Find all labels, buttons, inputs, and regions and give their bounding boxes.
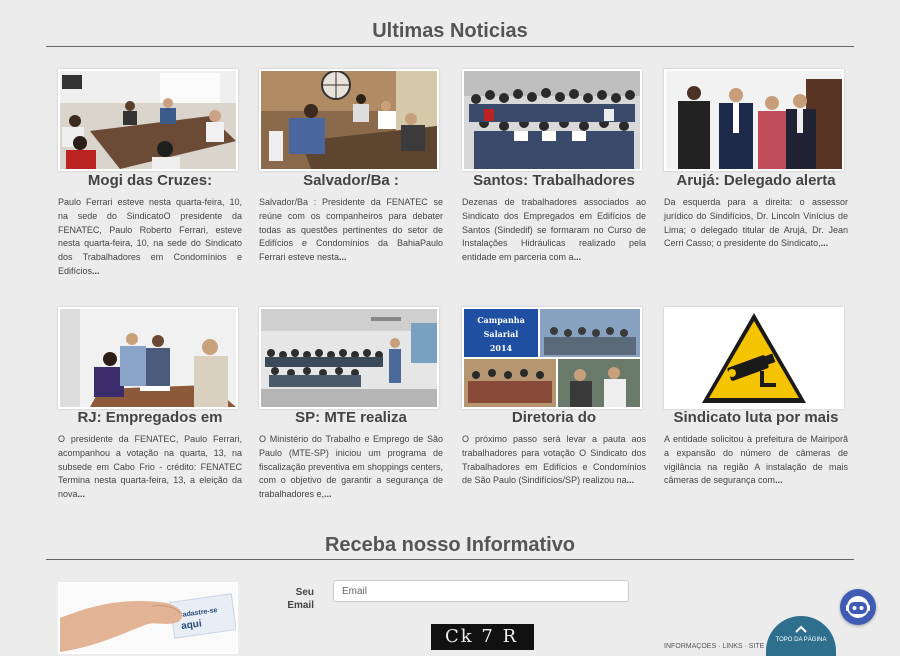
hand-holding-card-image: Cadastre-se aqui <box>60 584 236 652</box>
news-thumbnail[interactable] <box>58 307 238 409</box>
campaign-line2: Salarial <box>484 329 519 339</box>
news-excerpt-text: Salvador/Ba : Presidente da FENATEC se r… <box>259 197 443 263</box>
chat-widget-button[interactable] <box>840 589 876 625</box>
meeting-photo <box>261 71 437 169</box>
news-excerpt-text: O Ministério do Trabalho e Emprego de Sã… <box>259 434 443 500</box>
news-excerpt-text: A entidade solicitou à prefeitura de Mai… <box>664 434 848 486</box>
group-photo <box>464 71 640 169</box>
news-thumbnail[interactable] <box>259 69 439 171</box>
news-excerpt: O presidente da FENATEC, Paulo Ferrari, … <box>58 433 242 502</box>
section-divider <box>46 46 854 47</box>
news-title[interactable]: Mogi das Cruzes: <box>58 172 242 189</box>
news-title[interactable]: Diretoria do <box>462 409 646 426</box>
auditorium-photo <box>261 309 437 407</box>
read-more-ellipsis[interactable]: ... <box>574 252 582 262</box>
news-excerpt: O Ministério do Trabalho e Emprego de Sã… <box>259 433 443 502</box>
news-excerpt: Paulo Ferrari esteve nesta quarta-feira,… <box>58 196 242 279</box>
chevron-up-icon <box>766 622 836 636</box>
news-excerpt: O próximo passo será levar a pauta aos t… <box>462 433 646 488</box>
campaign-line3: 2014 <box>490 343 513 353</box>
news-excerpt-text: O próximo passo será levar a pauta aos t… <box>462 434 646 486</box>
email-label: Seu Email <box>287 587 314 611</box>
news-thumbnail[interactable] <box>664 69 844 171</box>
campaign-line1: Campanha <box>477 315 525 325</box>
news-thumbnail[interactable] <box>259 307 439 409</box>
back-to-top-button[interactable]: TOPO DA PÁGINA <box>766 616 836 656</box>
read-more-ellipsis[interactable]: ... <box>627 475 635 485</box>
read-more-ellipsis[interactable]: ... <box>324 489 332 499</box>
read-more-ellipsis[interactable]: ... <box>339 252 347 262</box>
news-title[interactable]: Salvador/Ba : <box>259 172 443 189</box>
read-more-ellipsis[interactable]: ... <box>92 266 100 276</box>
chat-robot-icon <box>846 596 870 618</box>
news-title[interactable]: RJ: Empregados em <box>58 409 242 426</box>
officials-photo <box>666 71 842 169</box>
news-excerpt: A entidade solicitou à prefeitura de Mai… <box>664 433 848 488</box>
news-thumbnail[interactable] <box>664 307 844 409</box>
section-title-newsletter: Receba nosso Informativo <box>324 534 576 556</box>
news-thumbnail[interactable] <box>58 69 238 171</box>
news-thumbnail[interactable]: Campanha Salarial 2014 <box>462 307 642 409</box>
campaign-collage: Campanha Salarial 2014 <box>464 309 640 407</box>
news-excerpt-text: Paulo Ferrari esteve nesta quarta-feira,… <box>58 197 242 276</box>
security-camera-warning-icon <box>666 309 842 407</box>
news-excerpt-text: O presidente da FENATEC, Paulo Ferrari, … <box>58 434 242 500</box>
news-title[interactable]: Santos: Trabalhadores <box>462 172 646 189</box>
news-excerpt-text: Dezenas de trabalhadores associados ao S… <box>462 197 646 263</box>
section-title-news: Ultimas Noticias <box>372 20 528 42</box>
news-thumbnail[interactable] <box>462 69 642 171</box>
meeting-photo <box>60 71 236 169</box>
read-more-ellipsis[interactable]: ... <box>775 475 783 485</box>
captcha-image: Ck 7 R <box>431 624 534 650</box>
voting-photo <box>60 309 236 407</box>
read-more-ellipsis[interactable]: ... <box>78 489 86 499</box>
news-title[interactable]: SP: MTE realiza <box>259 409 443 426</box>
news-title[interactable]: Sindicato luta por mais <box>664 409 848 426</box>
news-excerpt: Da esquerda para a direita: o assessor j… <box>664 196 848 251</box>
email-field[interactable] <box>333 580 629 602</box>
signup-card-image[interactable]: Cadastre-se aqui <box>58 582 238 654</box>
news-excerpt: Salvador/Ba : Presidente da FENATEC se r… <box>259 196 443 265</box>
section-divider <box>46 559 854 560</box>
read-more-ellipsis[interactable]: ... <box>821 238 829 248</box>
news-title[interactable]: Arujá: Delegado alerta <box>664 172 848 189</box>
captcha-text: Ck 7 R <box>445 626 519 647</box>
news-excerpt: Dezenas de trabalhadores associados ao S… <box>462 196 646 265</box>
back-to-top-label: TOPO DA PÁGINA <box>775 637 827 643</box>
